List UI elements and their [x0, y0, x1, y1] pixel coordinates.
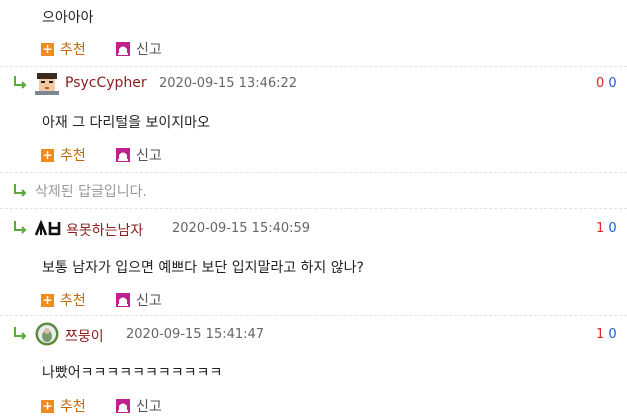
reply-arrow-icon	[14, 221, 27, 234]
recommend-button[interactable]: + 추천	[41, 290, 86, 310]
report-button[interactable]: 신고	[116, 145, 162, 165]
divider	[0, 315, 627, 316]
vote-counts: 0 0	[596, 76, 617, 91]
nickname[interactable]: 쯔뭉이	[65, 326, 104, 346]
upvote-count: 1	[596, 327, 605, 342]
recommend-button[interactable]: + 추천	[41, 39, 86, 59]
divider	[0, 66, 627, 67]
comment-body: 아재 그 다리털을 보이지마오	[42, 115, 210, 131]
report-icon	[116, 399, 130, 413]
reply-arrow-icon	[14, 184, 27, 197]
comment-list: 으아아아 + 추천 신고 PsycCypher 2020-09-15 13:46…	[0, 0, 627, 419]
downvote-count: 0	[608, 76, 617, 91]
comment-body: 나빴어ㅋㅋㅋㅋㅋㅋㅋㅋㅋㅋㅋ	[42, 365, 223, 381]
plus-icon: +	[41, 147, 54, 162]
vote-counts: 1 0	[596, 221, 617, 236]
report-icon	[116, 42, 130, 56]
avatar	[35, 322, 59, 346]
plus-icon: +	[41, 41, 54, 56]
reply-arrow-icon	[14, 76, 27, 89]
recommend-button[interactable]: + 추천	[41, 396, 86, 416]
vote-counts: 1 0	[596, 327, 617, 342]
comment-body: 보통 남자가 입으면 예쁘다 보단 입지말라고 하지 않나?	[42, 260, 364, 276]
user-icon	[35, 220, 61, 236]
downvote-count: 0	[608, 327, 617, 342]
report-button[interactable]: 신고	[116, 39, 162, 59]
divider	[0, 208, 627, 209]
plus-icon: +	[41, 292, 54, 307]
report-icon	[116, 148, 130, 162]
timestamp: 2020-09-15 15:40:59	[172, 221, 311, 236]
report-button[interactable]: 신고	[116, 396, 162, 416]
report-icon	[116, 293, 130, 307]
comment-body: 으아아아	[42, 10, 94, 26]
recommend-button[interactable]: + 추천	[41, 145, 86, 165]
reply-arrow-icon	[14, 327, 27, 340]
timestamp: 2020-09-15 13:46:22	[159, 76, 298, 91]
plus-icon: +	[41, 398, 54, 413]
deleted-comment-text: 삭제된 답글입니다.	[35, 184, 147, 200]
nickname[interactable]: 욕못하는남자	[66, 220, 143, 240]
downvote-count: 0	[608, 221, 617, 236]
divider	[0, 172, 627, 173]
report-button[interactable]: 신고	[116, 290, 162, 310]
nickname[interactable]: PsycCypher	[65, 75, 147, 91]
timestamp: 2020-09-15 15:41:47	[126, 327, 265, 342]
upvote-count: 0	[596, 76, 605, 91]
upvote-count: 1	[596, 221, 605, 236]
avatar	[35, 71, 59, 95]
